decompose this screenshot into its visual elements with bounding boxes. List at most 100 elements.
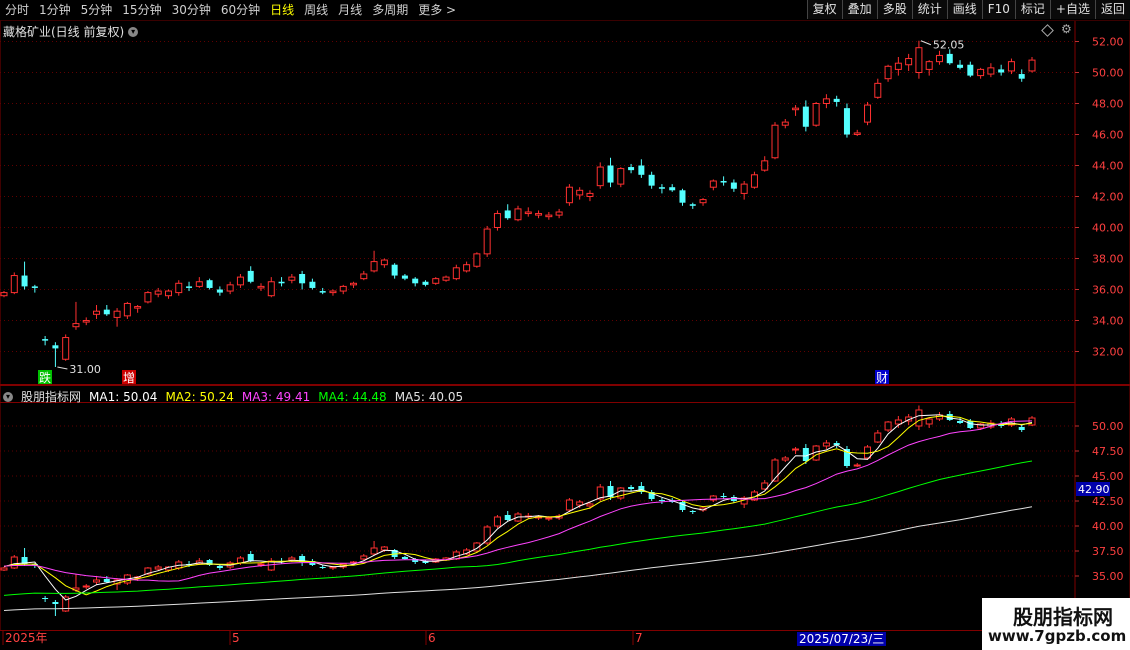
candle-body [545, 214, 553, 218]
price-tick-label: 36.00 [1092, 284, 1124, 297]
event-marker: 跌 [39, 370, 51, 385]
period-tab-6[interactable]: 日线 [265, 0, 299, 20]
period-tab-4[interactable]: 30分钟 [167, 0, 216, 20]
candle-body [299, 274, 306, 284]
tool-button-4[interactable]: 画线 [946, 0, 982, 19]
ind-candle-body [1028, 417, 1036, 426]
candle-body [391, 264, 398, 276]
period-tab-5[interactable]: 60分钟 [216, 0, 265, 20]
candle-body [998, 69, 1005, 73]
period-tab-7[interactable]: 周线 [299, 0, 333, 20]
ind-candle-body [545, 517, 553, 520]
date-label: 2025年 [5, 631, 48, 645]
price-tag: 42.90 [1078, 483, 1110, 496]
candle-body [329, 290, 337, 294]
price-tick-label: 40.00 [1092, 222, 1124, 235]
candle-body [236, 276, 244, 286]
period-tab-10[interactable]: 更多 > [413, 0, 461, 20]
ind-candle-body [154, 566, 162, 570]
candle-body [771, 124, 779, 159]
kline-chart[interactable]: 32.00 34.00 36.00 38.00 40.00 42.00 44.00 46.00… [0, 0, 1130, 650]
ind-candle-body [689, 511, 696, 512]
tool-button-7[interactable]: +自选 [1049, 0, 1095, 19]
price-tick-label: 44.00 [1092, 160, 1124, 173]
ma-legend-5: MA5: 40.05 [394, 389, 464, 404]
event-marker: 财 [876, 371, 888, 385]
candle-body [504, 210, 511, 219]
ind-candle-body [52, 602, 59, 604]
candle-body [524, 211, 532, 215]
candle-body [31, 286, 38, 288]
tool-button-2[interactable]: 多股 [876, 0, 912, 19]
candle-body [596, 166, 604, 187]
candle-body [493, 213, 501, 229]
candle-body [339, 285, 347, 292]
candle-body [709, 180, 717, 188]
candle-body [967, 64, 974, 76]
tool-button-0[interactable]: 复权 [806, 0, 842, 19]
candle-body [740, 183, 748, 194]
period-tab-1[interactable]: 1分钟 [34, 0, 76, 20]
tool-button-6[interactable]: 标记 [1014, 0, 1050, 19]
tool-button-8[interactable]: 返回 [1094, 0, 1130, 19]
candle-body [21, 275, 28, 287]
ind-candle-body [93, 579, 101, 583]
ind-candle-body [792, 448, 800, 451]
settings-icon[interactable]: ⚙ [1061, 22, 1072, 36]
candle-body [1018, 74, 1025, 79]
candle-body [134, 306, 142, 309]
candle-body [946, 53, 953, 64]
period-tab-0[interactable]: 分时 [0, 0, 34, 20]
candle-body [380, 259, 388, 266]
ind-candle-body [720, 496, 727, 497]
period-tab-3[interactable]: 15分钟 [117, 0, 166, 20]
candle-body [401, 275, 408, 279]
indicator-name[interactable]: 股朋指标网 [21, 388, 81, 405]
tool-button-1[interactable]: 叠加 [841, 0, 877, 19]
indicator-menu-icon[interactable]: ▾ [3, 391, 13, 402]
period-tab-9[interactable]: 多周期 [367, 0, 413, 20]
candle-body [473, 253, 481, 267]
ind-candle-body [925, 418, 933, 425]
price-tick-label: 50.00 [1092, 67, 1124, 80]
indicator-tick-label: 40.00 [1092, 520, 1124, 533]
candle-body [1028, 59, 1036, 72]
cursor-date: 2025/07/23/三 [797, 632, 887, 646]
indicator-tick-label: 45.00 [1092, 470, 1124, 483]
candle-body [957, 64, 964, 68]
candle-body [689, 204, 696, 206]
chevron-down-icon[interactable]: ▾ [128, 26, 139, 37]
ma-legend-4: MA4: 44.48 [318, 389, 387, 404]
ma4-line [3, 460, 1033, 596]
ma3-line [3, 420, 1033, 582]
price-tick-label: 52.00 [1092, 36, 1124, 49]
candle-body [565, 186, 573, 204]
ind-candle-body [504, 515, 511, 520]
candle-body [0, 292, 8, 297]
candle-body [360, 273, 368, 280]
candle-body [452, 267, 460, 280]
ind-candle-body [10, 556, 18, 569]
ind-candle-body [401, 557, 408, 559]
candle-body [52, 345, 59, 349]
candle-body [463, 264, 471, 272]
candle-body [617, 168, 625, 185]
ind-candle-body [493, 516, 501, 527]
indicator-tick-label: 35.00 [1092, 570, 1124, 583]
ind-candle-body [853, 464, 861, 467]
tool-button-5[interactable]: F10 [981, 0, 1015, 19]
candle-body [103, 309, 110, 315]
tool-button-3[interactable]: 统计 [911, 0, 947, 19]
period-tab-2[interactable]: 5分钟 [76, 0, 118, 20]
candle-body [93, 310, 101, 315]
ind-candle-body [576, 501, 584, 506]
candle-body [648, 174, 655, 186]
period-tab-8[interactable]: 月线 [333, 0, 367, 20]
candle-body [843, 108, 850, 135]
candle-body [853, 132, 861, 135]
candle-body [216, 289, 223, 293]
candle-body [154, 290, 162, 295]
candle-body [905, 58, 913, 66]
indicator-tick-label: 42.50 [1092, 495, 1124, 508]
candle-body [113, 310, 121, 318]
